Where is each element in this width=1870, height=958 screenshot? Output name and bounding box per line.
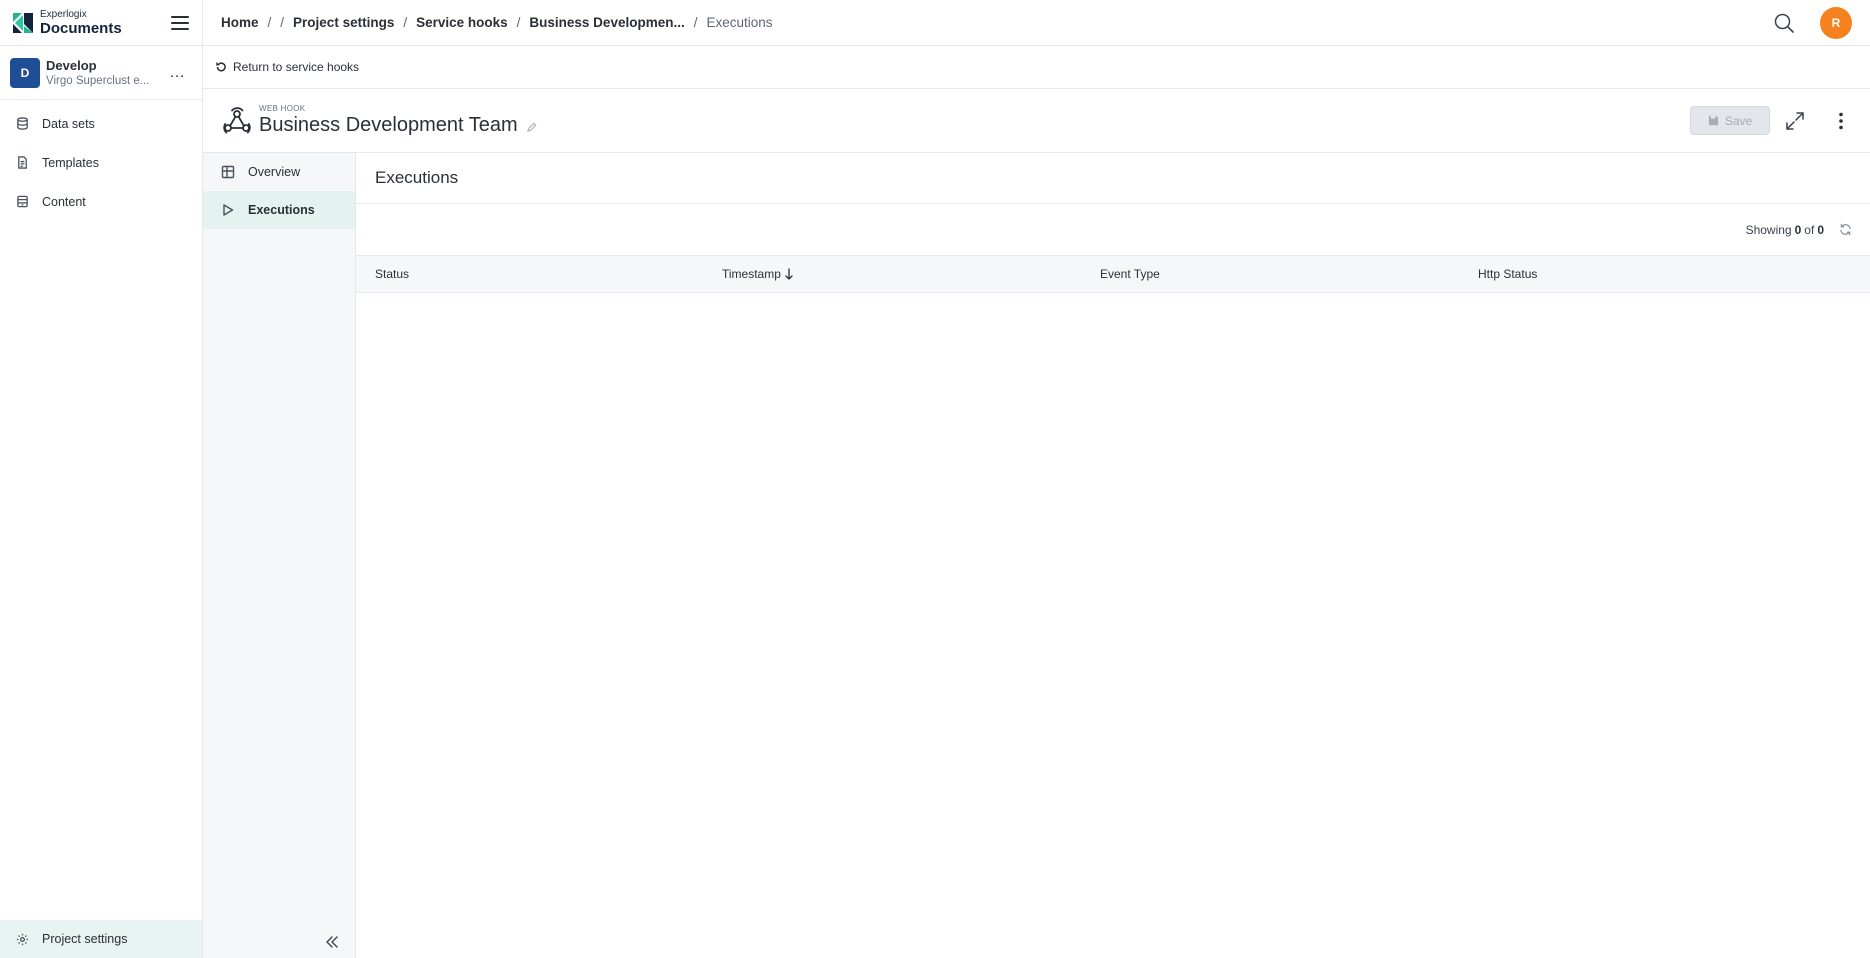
column-header-timestamp[interactable]: Timestamp (722, 267, 1100, 281)
brand-bar: Experlogix Documents (0, 0, 202, 46)
sidebar-item-label: Project settings (42, 932, 128, 946)
project-text: Develop Virgo Superclust e... (46, 58, 149, 87)
sidebar-item-data-sets[interactable]: Data sets (0, 104, 202, 143)
return-to-service-hooks-link[interactable]: Return to service hooks (215, 60, 359, 74)
main-panel: Executions Showing 0 of 0 Status Timesta… (356, 153, 1870, 958)
subnav-item-executions[interactable]: Executions (203, 191, 355, 229)
breadcrumb-service-hooks[interactable]: Service hooks (416, 15, 508, 30)
showing-total: 0 (1817, 222, 1824, 237)
sidebar: Experlogix Documents D Develop Virgo Sup… (0, 0, 203, 958)
content-icon (17, 195, 28, 208)
more-vertical-icon[interactable] (1830, 110, 1852, 132)
project-name: Develop (46, 58, 97, 73)
brand-text: Experlogix Documents (40, 8, 122, 37)
entity-title: Business Development Team (259, 114, 518, 136)
sidebar-nav: Data sets Templates Content (0, 100, 202, 221)
entity-titles: WEB HOOK Business Development Team (259, 104, 537, 137)
main-title-bar: Executions (356, 153, 1870, 204)
grid-icon (221, 165, 235, 179)
project-more-icon[interactable]: … (163, 64, 192, 82)
column-header-http-status[interactable]: Http Status (1478, 267, 1870, 281)
column-header-label: Timestamp (722, 267, 781, 281)
search-icon[interactable] (1773, 12, 1795, 34)
entity-kind: WEB HOOK (259, 104, 306, 113)
breadcrumb-separator: / (280, 15, 285, 30)
sidebar-item-project-settings[interactable]: Project settings (0, 920, 202, 958)
webhook-icon (223, 106, 251, 133)
sidebar-item-content[interactable]: Content (0, 182, 202, 221)
subnav-item-label: Overview (248, 165, 301, 179)
column-header-status[interactable]: Status (356, 267, 722, 281)
column-header-label: Http Status (1478, 267, 1538, 281)
gear-icon (16, 933, 29, 945)
sort-descending-icon (785, 268, 793, 280)
experlogix-logo-icon (13, 12, 33, 33)
result-count-bar: Showing 0 of 0 (356, 204, 1870, 256)
entity-subnav: Overview Executions (203, 153, 356, 958)
brand-small: Experlogix (40, 8, 87, 20)
project-avatar: D (10, 57, 40, 88)
showing-count: 0 (1794, 222, 1802, 237)
showing-of: of (1804, 222, 1815, 237)
database-icon (17, 117, 28, 130)
breadcrumb-separator: / (267, 15, 272, 30)
breadcrumb: Home / / Project settings / Service hook… (221, 15, 773, 30)
breadcrumb-home[interactable]: Home (221, 15, 259, 30)
column-header-label: Status (375, 267, 410, 281)
template-icon (18, 156, 27, 169)
brand-big: Documents (40, 19, 122, 37)
top-bar: Home / / Project settings / Service hook… (203, 0, 1870, 46)
breadcrumb-current: Executions (706, 15, 773, 30)
entity-header: WEB HOOK Business Development Team Save (203, 89, 1870, 153)
sidebar-item-label: Templates (42, 155, 99, 170)
breadcrumb-project-settings[interactable]: Project settings (293, 15, 394, 30)
return-bar: Return to service hooks (203, 46, 1870, 89)
refresh-icon[interactable] (1839, 223, 1852, 236)
project-switcher[interactable]: D Develop Virgo Superclust e... … (0, 46, 202, 100)
breadcrumb-separator: / (516, 15, 521, 30)
showing-prefix: Showing (1745, 222, 1792, 237)
top-actions: R (1773, 6, 1852, 39)
column-header-event-type[interactable]: Event Type (1100, 267, 1478, 281)
expand-icon[interactable] (1784, 110, 1806, 132)
floppy-disk-icon (1708, 115, 1718, 126)
entity-title-row: Business Development Team (259, 113, 537, 137)
return-label: Return to service hooks (233, 60, 360, 74)
hamburger-menu-icon[interactable] (170, 13, 190, 33)
collapse-chevrons-icon[interactable] (324, 934, 340, 950)
column-header-label: Event Type (1100, 267, 1160, 281)
subnav-item-label: Executions (248, 203, 315, 217)
project-subtitle: Virgo Superclust e... (46, 75, 150, 87)
executions-table-header: Status Timestamp Event Type Http Status (356, 256, 1870, 293)
pencil-icon[interactable] (526, 122, 537, 133)
subnav-item-overview[interactable]: Overview (203, 153, 355, 191)
sidebar-item-label: Data sets (42, 116, 95, 131)
breadcrumb-business-development[interactable]: Business Developmen... (529, 15, 684, 30)
page-title: Executions (375, 168, 459, 187)
save-button[interactable]: Save (1690, 106, 1770, 135)
breadcrumb-separator: / (403, 15, 408, 30)
save-button-label: Save (1724, 113, 1753, 128)
entity-actions: Save (1690, 106, 1852, 135)
sidebar-item-templates[interactable]: Templates (0, 143, 202, 182)
play-icon (223, 204, 234, 216)
user-avatar[interactable]: R (1820, 6, 1852, 39)
sidebar-item-label: Content (42, 194, 86, 209)
undo-icon (216, 62, 226, 72)
breadcrumb-separator: / (693, 15, 698, 30)
